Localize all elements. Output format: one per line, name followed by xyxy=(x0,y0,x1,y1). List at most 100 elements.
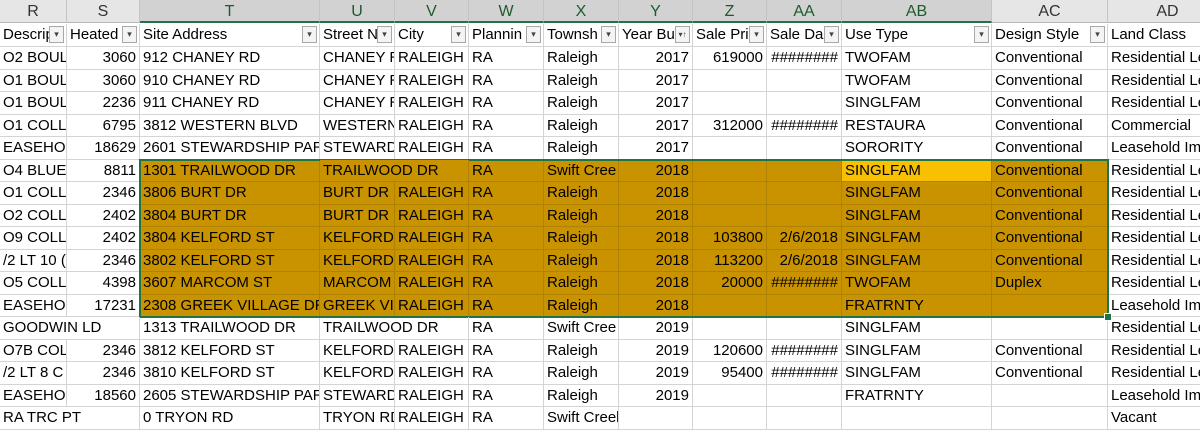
column-header-ac[interactable]: AC xyxy=(992,0,1108,23)
cell-u-row-16[interactable]: STEWARDS xyxy=(320,384,395,407)
cell-w-row-4[interactable]: RA xyxy=(469,114,544,137)
cell-u-row-10[interactable]: KELFORD S xyxy=(320,249,395,272)
cell-x-row-11[interactable]: Raleigh xyxy=(544,272,619,295)
cell-r-row-11[interactable]: O5 COLLE xyxy=(0,272,67,295)
cell-r-row-2[interactable]: O1 BOUL xyxy=(0,69,67,92)
cell-u-row-13[interactable]: TRAILWOOD DR xyxy=(320,317,469,340)
cell-z-row-5[interactable] xyxy=(693,137,767,160)
cell-s-row-9[interactable]: 2402 xyxy=(67,227,140,250)
cell-ad-row-2[interactable]: Residential Le xyxy=(1108,70,1200,92)
dropdown-arrow-icon[interactable]: ▾ xyxy=(749,26,764,43)
cell-x-row-1[interactable]: Raleigh xyxy=(544,47,619,70)
cell-x-row-2[interactable]: Raleigh xyxy=(544,69,619,92)
cell-ab-row-4[interactable]: RESTAURA xyxy=(842,114,992,137)
cell-aa-row-3[interactable] xyxy=(767,92,842,115)
cell-ac-row-7[interactable]: Conventional xyxy=(992,182,1108,205)
cell-x-row-17[interactable]: Swift Creek xyxy=(544,407,619,430)
cell-z-row-1[interactable]: 619000 xyxy=(693,47,767,70)
cell-ab-row-15[interactable]: SINGLFAM xyxy=(842,362,992,385)
cell-z-row-8[interactable] xyxy=(693,204,767,227)
cell-ad-row-4[interactable]: Commercial xyxy=(1108,115,1200,137)
cell-r-row-16[interactable]: EASEHOL xyxy=(0,384,67,407)
cell-ac-row-3[interactable]: Conventional xyxy=(992,92,1108,115)
cell-ab-row-2[interactable]: TWOFAM xyxy=(842,69,992,92)
cell-u-row-7[interactable]: BURT DR xyxy=(320,182,395,205)
filter-header-r[interactable]: Descrip ▾ xyxy=(0,24,67,47)
cell-ab-row-5[interactable]: SORORITY xyxy=(842,137,992,160)
cell-v-row-16[interactable]: RALEIGH xyxy=(395,384,469,407)
cell-x-row-3[interactable]: Raleigh xyxy=(544,92,619,115)
cell-u-row-17[interactable]: TRYON RD xyxy=(320,407,395,430)
dropdown-arrow-icon[interactable]: ▾ xyxy=(377,26,392,43)
cell-y-row-3[interactable]: 2017 xyxy=(619,92,693,115)
filter-header-w[interactable]: Plannin ▾ xyxy=(469,24,544,47)
cell-w-row-17[interactable]: RA xyxy=(469,407,544,430)
cell-ad-row-10[interactable]: Residential Le xyxy=(1108,250,1200,272)
cell-aa-row-4[interactable]: ######## xyxy=(767,114,842,137)
filter-header-s[interactable]: Heated ▾ xyxy=(67,24,140,47)
cell-u-row-6[interactable]: TRAILWOOD DR xyxy=(320,159,469,182)
cell-t-row-13[interactable]: 1313 TRAILWOOD DR xyxy=(140,317,320,340)
cell-r-row-14[interactable]: O7B COLI xyxy=(0,339,67,362)
cell-z-row-17[interactable] xyxy=(693,407,767,430)
cell-r-row-3[interactable]: O1 BOUL xyxy=(0,92,67,115)
cell-y-row-12[interactable]: 2018 xyxy=(619,294,693,317)
cell-ab-row-3[interactable]: SINGLFAM xyxy=(842,92,992,115)
cell-z-row-9[interactable]: 103800 xyxy=(693,227,767,250)
cell-s-row-16[interactable]: 18560 xyxy=(67,384,140,407)
cell-w-row-10[interactable]: RA xyxy=(469,249,544,272)
cell-u-row-9[interactable]: KELFORD S xyxy=(320,227,395,250)
cell-z-row-12[interactable] xyxy=(693,294,767,317)
dropdown-arrow-icon[interactable]: ▾ xyxy=(122,26,137,43)
cell-t-row-10[interactable]: 3802 KELFORD ST xyxy=(140,249,320,272)
cell-w-row-7[interactable]: RA xyxy=(469,182,544,205)
cell-ac-row-11[interactable]: Duplex xyxy=(992,272,1108,295)
cell-s-row-15[interactable]: 2346 xyxy=(67,362,140,385)
cell-v-row-1[interactable]: RALEIGH xyxy=(395,47,469,70)
dropdown-arrow-icon[interactable]: ▾ xyxy=(974,26,989,43)
cell-ad-row-14[interactable]: Residential Le xyxy=(1108,340,1200,362)
cell-x-row-9[interactable]: Raleigh xyxy=(544,227,619,250)
cell-w-row-14[interactable]: RA xyxy=(469,339,544,362)
cell-t-row-7[interactable]: 3806 BURT DR xyxy=(140,182,320,205)
cell-ac-row-2[interactable]: Conventional xyxy=(992,69,1108,92)
filter-header-aa[interactable]: Sale Da ▾ xyxy=(767,24,842,47)
cell-v-row-10[interactable]: RALEIGH xyxy=(395,249,469,272)
cell-z-row-13[interactable] xyxy=(693,317,767,340)
cell-z-row-2[interactable] xyxy=(693,69,767,92)
cell-y-row-11[interactable]: 2018 xyxy=(619,272,693,295)
filter-header-y[interactable]: Year Bu ▾↑ xyxy=(619,24,693,47)
cell-x-row-7[interactable]: Raleigh xyxy=(544,182,619,205)
cell-u-row-2[interactable]: CHANEY R xyxy=(320,69,395,92)
cell-s-row-12[interactable]: 17231 xyxy=(67,294,140,317)
cell-ab-row-1[interactable]: TWOFAM xyxy=(842,47,992,70)
cell-r-row-12[interactable]: EASEHOL xyxy=(0,294,67,317)
cell-ab-row-9[interactable]: SINGLFAM xyxy=(842,227,992,250)
cell-aa-row-1[interactable]: ######## xyxy=(767,47,842,70)
cell-w-row-9[interactable]: RA xyxy=(469,227,544,250)
cell-r-row-7[interactable]: O1 COLLE xyxy=(0,182,67,205)
cell-ab-row-6[interactable]: SINGLFAM xyxy=(842,159,992,182)
column-header-y[interactable]: Y xyxy=(619,0,693,23)
cell-y-row-2[interactable]: 2017 xyxy=(619,69,693,92)
dropdown-arrow-icon[interactable]: ▾ xyxy=(451,26,466,43)
cell-ab-row-13[interactable]: SINGLFAM xyxy=(842,317,992,340)
cell-v-row-3[interactable]: RALEIGH xyxy=(395,92,469,115)
cell-ad-row-7[interactable]: Residential Le xyxy=(1108,182,1200,205)
cell-aa-row-17[interactable] xyxy=(767,407,842,430)
cell-ad-row-9[interactable]: Residential Le xyxy=(1108,227,1200,250)
fill-handle[interactable] xyxy=(1104,313,1112,321)
column-header-z[interactable]: Z xyxy=(693,0,767,23)
cell-y-row-15[interactable]: 2019 xyxy=(619,362,693,385)
cell-ac-row-14[interactable]: Conventional xyxy=(992,339,1108,362)
cell-v-row-17[interactable]: RALEIGH xyxy=(395,407,469,430)
cell-t-row-11[interactable]: 3607 MARCOM ST xyxy=(140,272,320,295)
cell-s-row-7[interactable]: 2346 xyxy=(67,182,140,205)
filter-header-v[interactable]: City ▾ xyxy=(395,24,469,47)
cell-s-row-5[interactable]: 18629 xyxy=(67,137,140,160)
cell-z-row-4[interactable]: 312000 xyxy=(693,114,767,137)
cell-ab-row-12[interactable]: FRATRNTY xyxy=(842,294,992,317)
cell-r-row-8[interactable]: O2 COLLE xyxy=(0,204,67,227)
cell-aa-row-6[interactable] xyxy=(767,159,842,182)
cell-u-row-4[interactable]: WESTERN xyxy=(320,114,395,137)
